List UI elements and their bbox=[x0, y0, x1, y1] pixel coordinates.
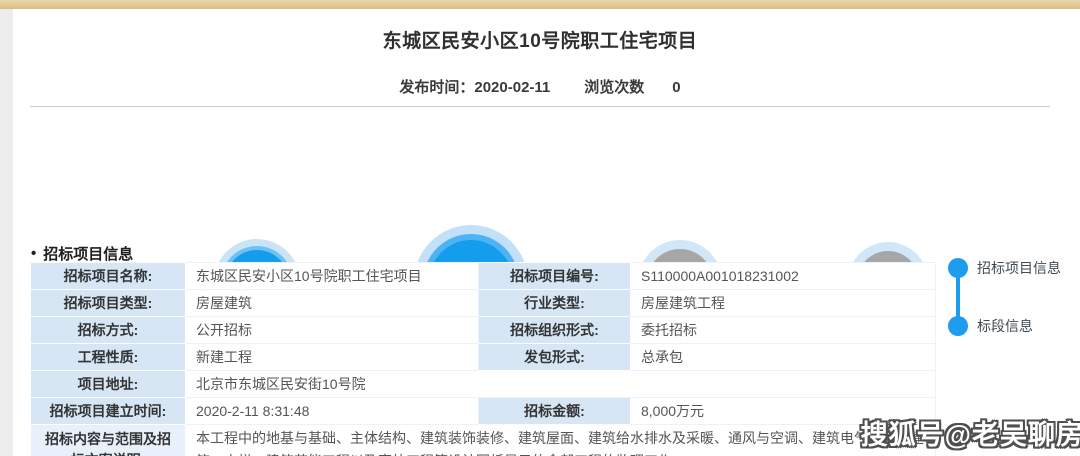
cell-value-bid-method: 公开招标 bbox=[186, 317, 479, 344]
section-title-bidding-project-info: • 招标项目信息 bbox=[31, 243, 133, 264]
table-row: 招标项目名称: 东城区民安小区10号院职工住宅项目 招标项目编号: S11000… bbox=[31, 263, 936, 290]
cell-label-project-nature: 工程性质: bbox=[31, 344, 186, 371]
cell-value-scope-description: 本工程中的地基与基础、主体结构、建筑装饰装修、建筑屋面、建筑给水排水及采暖、通风… bbox=[186, 425, 936, 456]
cell-label-project-type: 招标项目类型: bbox=[31, 290, 186, 317]
publish-info-row: 发布时间：2020-02-11 浏览次数 0 bbox=[0, 76, 1080, 97]
table-row: 招标项目类型: 房屋建筑 行业类型: 房屋建筑工程 bbox=[31, 290, 936, 317]
cell-label-organization-form: 招标组织形式: bbox=[479, 317, 631, 344]
cell-label-creation-time: 招标项目建立时间: bbox=[31, 398, 186, 425]
watermark-sohu-account: 搜狐号@老吴聊房 bbox=[861, 413, 1080, 452]
nav-item-bidding-project-info[interactable]: 招标项目信息 bbox=[948, 258, 1061, 278]
tender-detail-page: 东城区民安小区10号院职工住宅项目 发布时间：2020-02-11 浏览次数 0 项… bbox=[0, 0, 1080, 456]
cell-value-contract-form: 总承包 bbox=[631, 344, 936, 371]
section-title-text: 招标项目信息 bbox=[43, 243, 133, 264]
cell-value-project-number: S110000A001018231002 bbox=[631, 263, 936, 290]
nav-dot-icon bbox=[948, 258, 968, 278]
cell-label-scope-description: 招标内容与范围及招标方案说明: bbox=[31, 425, 186, 456]
views-label: 浏览次数 bbox=[584, 79, 644, 96]
bidding-project-info-table: 招标项目名称: 东城区民安小区10号院职工住宅项目 招标项目编号: S11000… bbox=[30, 262, 936, 456]
cell-label-bid-amount: 招标金额: bbox=[479, 398, 631, 425]
publish-time-label: 发布时间： bbox=[399, 79, 474, 96]
cell-value-organization-form: 委托招标 bbox=[631, 317, 936, 344]
cell-value-project-nature: 新建工程 bbox=[186, 344, 479, 371]
cell-value-project-address: 北京市东城区民安街10号院 bbox=[186, 371, 936, 398]
bullet-icon: • bbox=[31, 245, 36, 262]
header-divider bbox=[30, 106, 1050, 107]
cell-label-project-name: 招标项目名称: bbox=[31, 263, 186, 290]
table-row: 招标内容与范围及招标方案说明: 本工程中的地基与基础、主体结构、建筑装饰装修、建… bbox=[31, 425, 936, 456]
bidding-process-flow: 项目 登记 公告 及文件 开评标 交易 结果 bbox=[0, 110, 1080, 235]
top-accent-bar bbox=[0, 0, 1080, 9]
cell-value-project-type: 房屋建筑 bbox=[186, 290, 479, 317]
publish-time-value: 2020-02-11 bbox=[474, 79, 550, 96]
table-row: 工程性质: 新建工程 发包形式: 总承包 bbox=[31, 344, 936, 371]
nav-item-section-info[interactable]: 标段信息 bbox=[948, 316, 1033, 336]
nav-item-label: 标段信息 bbox=[977, 316, 1033, 336]
table-row: 招标项目建立时间: 2020-2-11 8:31:48 招标金额: 8,000万… bbox=[31, 398, 936, 425]
nav-item-label: 招标项目信息 bbox=[977, 258, 1061, 278]
cell-label-project-number: 招标项目编号: bbox=[479, 263, 631, 290]
cell-label-contract-form: 发包形式: bbox=[479, 344, 631, 371]
cell-label-project-address: 项目地址: bbox=[31, 371, 186, 398]
page-title: 东城区民安小区10号院职工住宅项目 bbox=[0, 26, 1080, 53]
cell-value-industry-type: 房屋建筑工程 bbox=[631, 290, 936, 317]
cell-value-project-name: 东城区民安小区10号院职工住宅项目 bbox=[186, 263, 479, 290]
table-row: 招标方式: 公开招标 招标组织形式: 委托招标 bbox=[31, 317, 936, 344]
views-count: 0 bbox=[672, 79, 680, 96]
cell-value-creation-time: 2020-2-11 8:31:48 bbox=[186, 398, 479, 425]
table-row: 项目地址: 北京市东城区民安街10号院 bbox=[31, 371, 936, 398]
cell-label-industry-type: 行业类型: bbox=[479, 290, 631, 317]
cell-label-bid-method: 招标方式: bbox=[31, 317, 186, 344]
right-anchor-nav: 招标项目信息 标段信息 bbox=[948, 258, 1080, 348]
nav-dot-icon bbox=[948, 316, 968, 336]
